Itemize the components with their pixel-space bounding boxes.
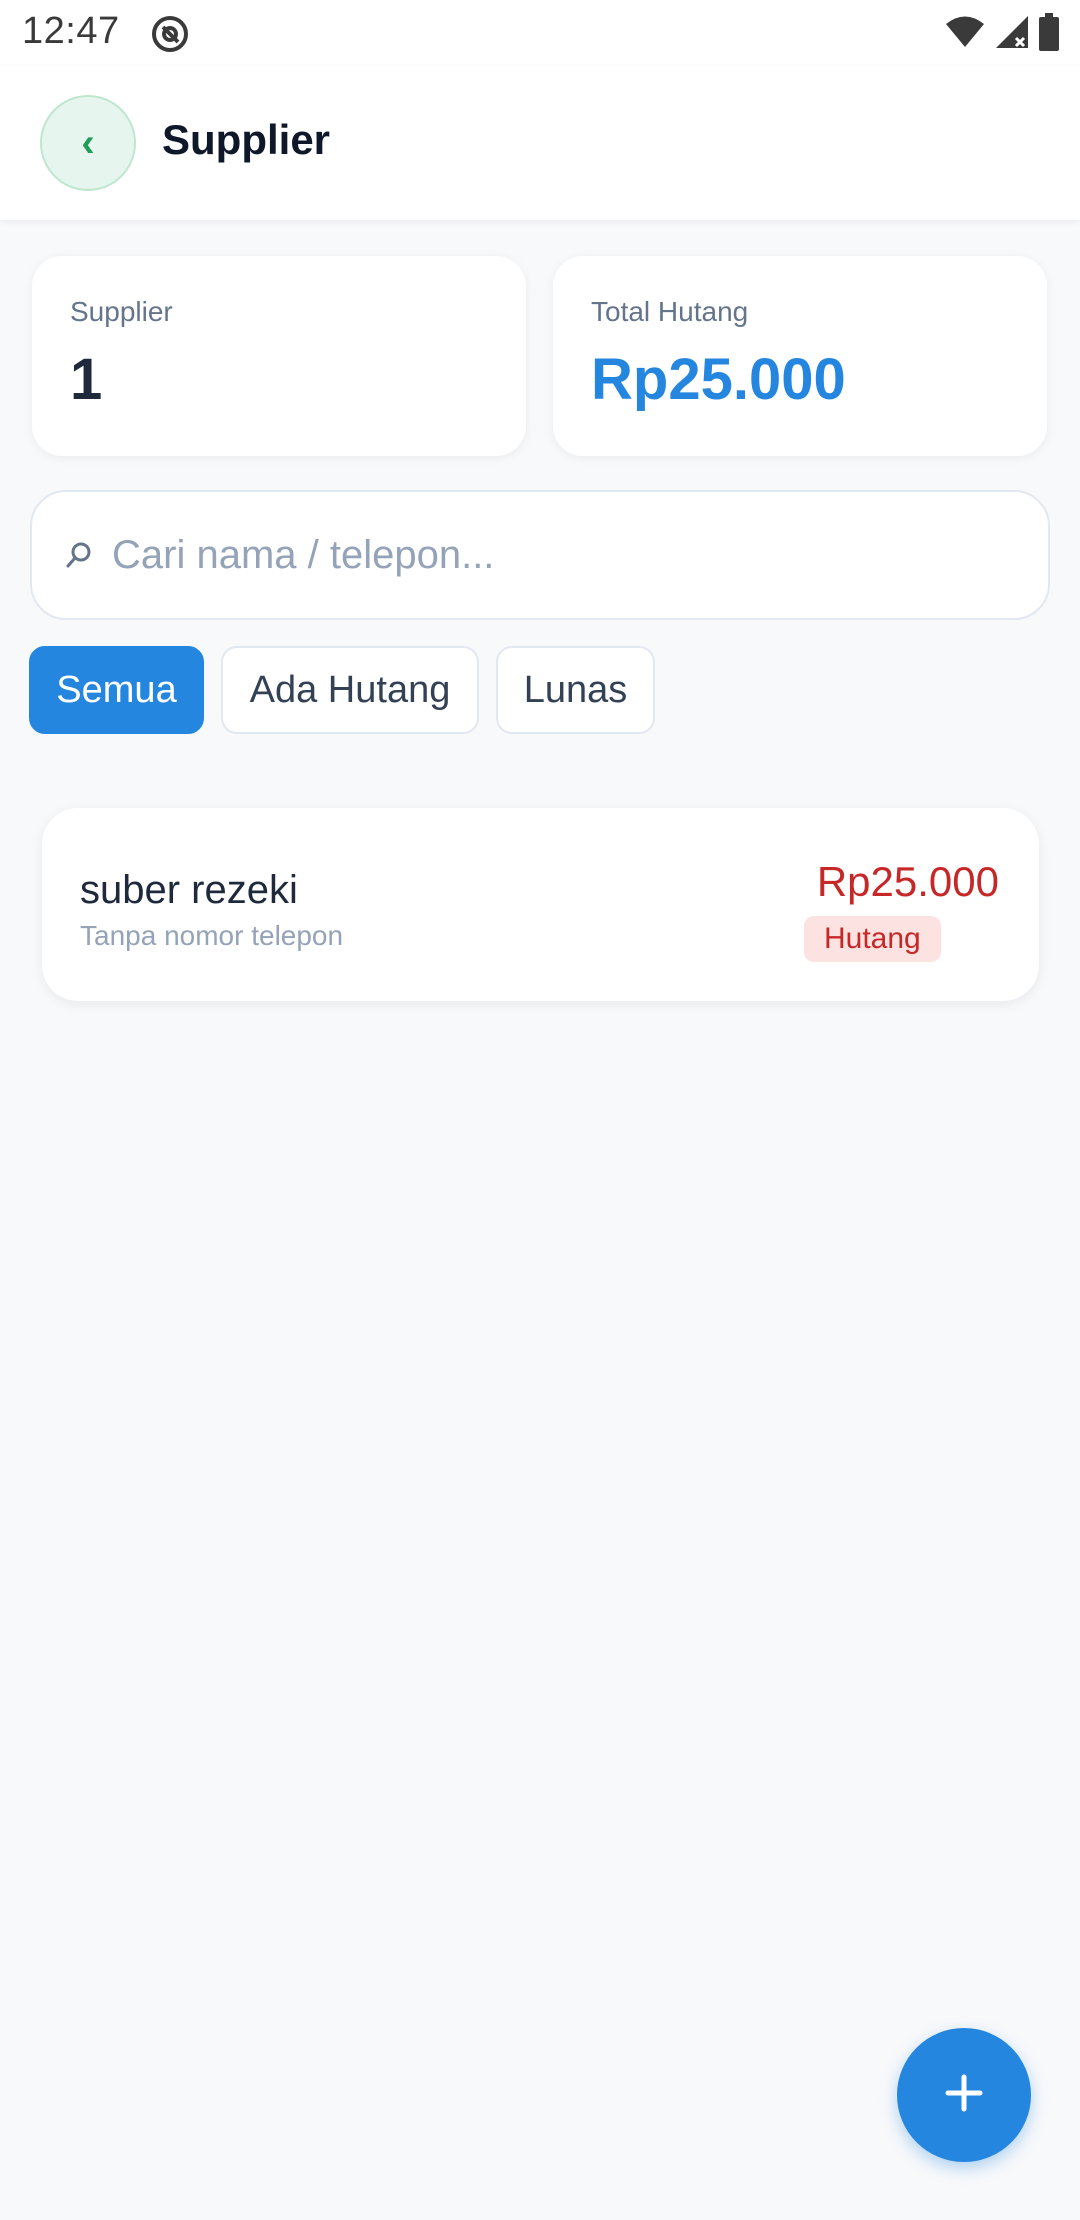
total-debt-card: Total Hutang Rp25.000 [553,256,1047,456]
filter-chip-semua[interactable]: Semua [29,646,204,734]
battery-icon [1038,12,1060,56]
supplier-count-label: Supplier [70,296,173,327]
at-sign-icon [150,14,190,54]
back-button[interactable]: ‹ [40,95,136,191]
status-bar: 12:47 [0,0,1080,66]
supplier-name: suber rezeki [80,868,298,912]
wifi-icon [944,15,986,54]
supplier-count-card: Supplier 1 [32,256,526,456]
total-debt-label: Total Hutang [591,296,749,327]
back-chevron-icon: ‹ [81,120,95,165]
total-debt-value: Rp25.000 [591,347,846,412]
search-input[interactable] [112,532,1012,578]
signal-icon [994,14,1030,55]
supplier-phone: Tanpa nomor telepon [80,920,344,951]
app-bar: ‹ Supplier [0,66,1080,220]
status-time: 12:47 [22,10,120,52]
plus-icon [944,2073,984,2118]
search-box[interactable] [30,490,1050,620]
supplier-count-value: 1 [70,347,103,412]
filter-chip-ada-hutang[interactable]: Ada Hutang [221,646,479,734]
search-icon [62,538,96,572]
page-title: Supplier [162,116,331,163]
add-supplier-button[interactable] [897,2028,1031,2162]
supplier-debt-amount: Rp25.000 [816,858,999,905]
supplier-list-item[interactable]: suber rezeki Tanpa nomor telepon Rp25.00… [42,808,1039,1001]
filter-chip-lunas[interactable]: Lunas [496,646,655,734]
status-badge: Hutang [804,916,941,962]
